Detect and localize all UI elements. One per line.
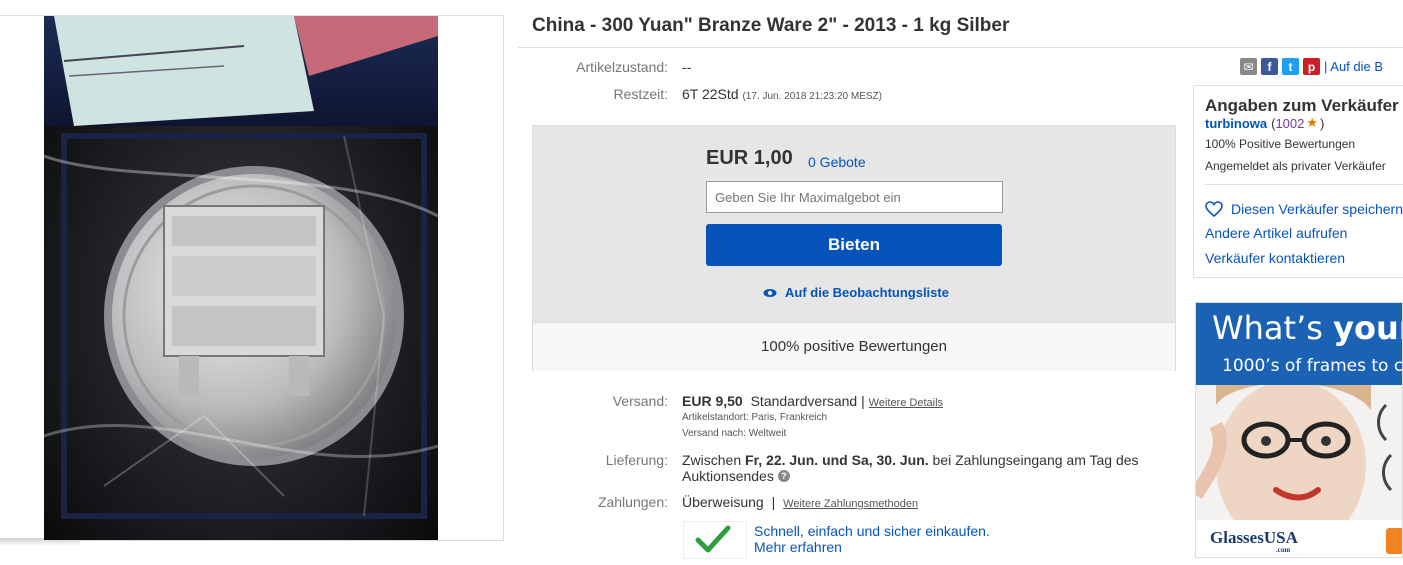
facebook-icon[interactable]: f — [1261, 58, 1278, 75]
ad-model-illustration — [1196, 385, 1402, 520]
pinterest-icon[interactable]: p — [1303, 58, 1320, 75]
seller-registered: Angemeldet als privater Verkäufer — [1205, 159, 1386, 173]
ad-brand-suffix: .com — [1276, 546, 1291, 554]
star-icon: ★ — [1306, 115, 1319, 130]
shipping-info: EUR 9,50 Standardversand | Weitere Detai… — [682, 393, 943, 409]
seller-name-link[interactable]: turbinowa — [1205, 116, 1267, 131]
seller-heading: Angaben zum Verkäufer — [1205, 96, 1399, 115]
title-divider — [518, 47, 1403, 48]
share-bar: ✉ f t p | Auf die B — [1240, 58, 1383, 75]
learn-more-link[interactable]: Mehr erfahren — [754, 539, 842, 555]
ad-title-part1: What’s — [1212, 309, 1334, 347]
watchlist-label: Auf die Beobachtungsliste — [785, 285, 949, 300]
time-left-value: 6T 22Std (17. Jun. 2018 21:23:20 MESZ) — [682, 86, 882, 102]
add-to-watchlist-link[interactable]: Auf die Beobachtungsliste — [763, 285, 949, 300]
shipping-cost: EUR 9,50 — [682, 393, 743, 409]
guarantee-line-1: Schnell, einfach und sicher einkaufen. — [754, 523, 990, 539]
bid-button[interactable]: Bieten — [706, 224, 1002, 266]
time-left-label: Restzeit: — [613, 86, 668, 102]
feedback-score-link[interactable]: 1002 — [1275, 116, 1304, 131]
ad-subtitle: 1000’s of frames to cho — [1222, 356, 1403, 376]
twitter-icon[interactable]: t — [1282, 58, 1299, 75]
seller-feedback-summary: 100% positive Bewertungen — [761, 338, 947, 355]
shipping-method: Standardversand | — [750, 393, 865, 409]
ad-cta-button[interactable] — [1386, 528, 1402, 554]
seller-divider — [1205, 184, 1403, 185]
end-time: (17. Jun. 2018 21:23:20 MESZ) — [742, 91, 882, 102]
watchlist-share-link[interactable]: | Auf die B — [1324, 59, 1383, 74]
condition-label: Artikelzustand: — [576, 59, 668, 75]
delivery-suffix: bei Zahlungseingang am Tag des — [932, 452, 1139, 468]
ad-title: What’s your — [1212, 309, 1402, 347]
bid-count-link[interactable]: 0 Gebote — [808, 154, 866, 170]
shipping-details-link[interactable]: Weitere Details — [869, 397, 943, 409]
max-bid-input[interactable] — [706, 181, 1003, 213]
payment-label: Zahlungen: — [597, 494, 668, 510]
seller-positive: 100% Positive Bewertungen — [1205, 137, 1356, 151]
ad-brand-name: GlassesUSA — [1210, 528, 1298, 547]
payment-method: Überweisung — [682, 494, 764, 510]
time-left-duration: 6T 22Std — [682, 86, 739, 102]
eye-icon — [763, 288, 777, 297]
save-seller-link[interactable]: Diesen Verkäufer speichern — [1205, 201, 1403, 217]
item-photo[interactable] — [44, 16, 438, 540]
item-title: China - 300 Yuan" Branze Ware 2" - 2013 … — [532, 15, 1010, 36]
guarantee-text: Schnell, einfach und sicher einkaufen. M… — [754, 523, 990, 555]
delivery-label: Lieferung: — [605, 452, 668, 468]
shipping-label: Versand: — [612, 393, 668, 409]
delivery-und: und — [822, 452, 848, 468]
delivery-estimate: Zwischen Fr, 22. Jun. und Sa, 30. Jun. b… — [682, 452, 1139, 468]
score-close: ) — [1320, 115, 1325, 131]
glasses-ad-banner[interactable]: What’s your 1000’s of frames to cho Glas… — [1195, 302, 1403, 558]
delivery-line-2: Auktionsendes ? — [682, 468, 790, 484]
current-price: EUR 1,00 — [706, 147, 793, 169]
payment-methods: Überweisung | Weitere Zahlungsmethoden — [682, 494, 918, 510]
contact-seller-link[interactable]: Verkäufer kontaktieren — [1205, 250, 1345, 266]
email-share-icon[interactable]: ✉ — [1240, 58, 1257, 75]
coin-photo-illustration — [44, 16, 438, 540]
more-payment-methods-link[interactable]: Weitere Zahlungsmethoden — [783, 498, 918, 510]
condition-value: -- — [682, 59, 692, 75]
other-items-link[interactable]: Andere Artikel aufrufen — [1205, 225, 1347, 241]
seller-id-row: turbinowa ( 1002 ★ ) — [1205, 115, 1324, 131]
delivery-from: Fr, 22. Jun. — [745, 452, 819, 468]
checkmark-icon — [695, 525, 731, 553]
help-icon[interactable]: ? — [777, 470, 790, 482]
guarantee-badge — [683, 521, 747, 559]
ships-to: Versand nach: Weltweit — [682, 428, 787, 439]
ad-title-part2: your — [1333, 309, 1402, 347]
ad-brand-logo: GlassesUSA .com — [1210, 528, 1298, 554]
delivery-line2-text: Auktionsendes — [682, 468, 774, 484]
save-seller-label: Diesen Verkäufer speichern — [1231, 201, 1403, 217]
delivery-prefix: Zwischen — [682, 452, 742, 468]
payment-separator: | — [771, 494, 776, 510]
heart-icon — [1205, 201, 1223, 217]
delivery-to: Sa, 30. Jun. — [851, 452, 929, 468]
item-location: Artikelstandort: Paris, Frankreich — [682, 412, 828, 423]
